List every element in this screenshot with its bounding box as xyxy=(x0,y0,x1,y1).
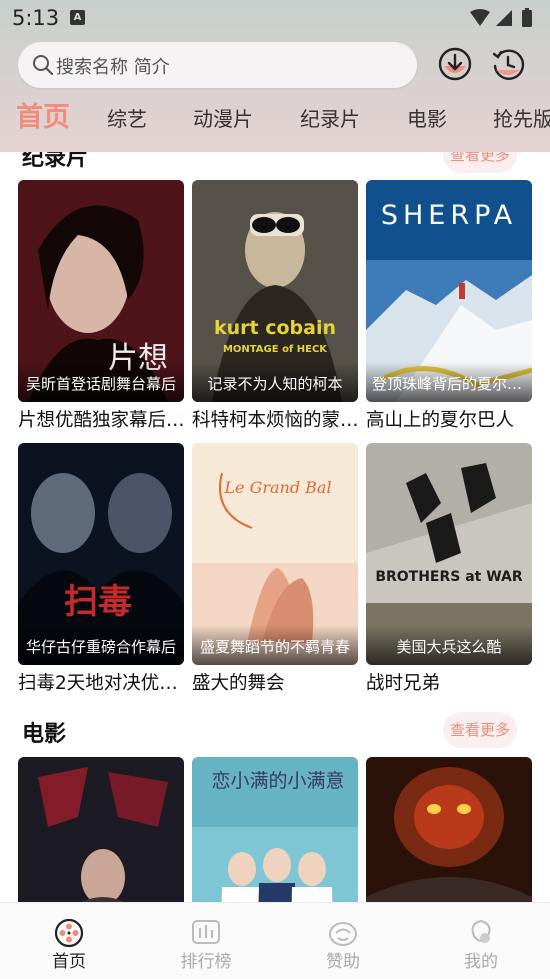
card-title: 盛大的舞会 xyxy=(192,673,285,694)
nav-label: 排行榜 xyxy=(180,952,232,972)
search-placeholder: 搜索名称 简介 xyxy=(56,57,170,78)
nav-label: 首页 xyxy=(52,952,86,972)
nav-home[interactable]: 首页 xyxy=(14,903,124,979)
tab-variety[interactable]: 综艺 xyxy=(107,98,147,142)
notification-icon: A xyxy=(70,10,85,25)
poster-image: kurt cobain MONTAGE of HECK 记录不为人知的柯本 xyxy=(192,180,358,402)
search-bar[interactable]: 搜索名称 简介 xyxy=(18,42,417,88)
card-title: 战时兄弟 xyxy=(366,673,441,694)
poster-text: kurt cobain xyxy=(214,317,336,339)
nav-label: 我的 xyxy=(464,952,498,972)
poster-image: SHERPA 登顶珠峰背后的夏尔巴人 xyxy=(366,180,532,402)
poster-image: Le Grand Bal 盛夏舞蹈节的不羁青春 xyxy=(192,443,358,665)
card-description: 登顶珠峰背后的夏尔巴人 xyxy=(366,362,532,402)
tab-anime[interactable]: 动漫片 xyxy=(193,98,253,142)
download-icon[interactable] xyxy=(437,46,473,82)
card-title: 片想优酷独家幕后纪录 xyxy=(18,410,190,431)
status-time: 5:13 xyxy=(12,6,60,30)
section-title-movies: 电影 xyxy=(22,722,67,747)
card-title: 高山上的夏尔巴人 xyxy=(366,410,515,431)
poster-image: 扫毒 华仔古仔重磅合作幕后 xyxy=(18,443,184,665)
more-movies-button[interactable]: 查看更多 xyxy=(443,712,517,748)
card-description: 盛夏舞蹈节的不羁青春 xyxy=(192,625,358,665)
signal-battery-icon xyxy=(470,8,532,27)
film-reel-icon xyxy=(54,918,84,948)
nav-sponsor[interactable]: 赞助 xyxy=(288,903,398,979)
card-title: 科特柯本烦恼的蒙太奇 xyxy=(192,410,364,431)
tab-preview[interactable]: 抢先版 xyxy=(493,98,550,142)
bottom-navigation: 首页 排行榜 赞助 我的 xyxy=(0,902,550,979)
tab-home[interactable]: 首页 xyxy=(16,98,70,142)
card-description: 华仔古仔重磅合作幕后 xyxy=(18,625,184,665)
category-tabs: 首页 综艺 动漫片 纪录片 电影 抢先版 xyxy=(0,98,550,142)
card-description: 美国大兵这么酷 xyxy=(366,625,532,665)
poster-text: 恋小满的小满意 xyxy=(211,770,344,792)
tab-movies[interactable]: 电影 xyxy=(407,98,447,142)
poster-subtext: MONTAGE of HECK xyxy=(223,344,328,355)
poster-image xyxy=(366,757,532,902)
search-icon xyxy=(33,55,54,76)
poster-text: 扫毒 xyxy=(64,582,132,622)
card-description: 吴昕首登话剧舞台幕后 xyxy=(18,362,184,402)
profile-icon xyxy=(471,919,491,943)
poster-text: BROTHERS at WAR xyxy=(375,569,523,585)
poster-text: SHERPA xyxy=(381,200,517,231)
nav-label: 赞助 xyxy=(326,952,360,972)
nav-ranking[interactable]: 排行榜 xyxy=(151,903,261,979)
tab-documentary[interactable]: 纪录片 xyxy=(300,98,360,142)
ranking-icon xyxy=(192,920,220,944)
sponsor-icon xyxy=(329,922,357,946)
app-header: 5:13 A 搜索名称 简介 首页 综艺 动漫片 纪录片 电影 抢先版 xyxy=(0,0,550,152)
poster-image: BROTHERS at WAR 美国大兵这么酷 xyxy=(366,443,532,665)
status-bar: 5:13 A xyxy=(0,0,550,36)
history-icon[interactable] xyxy=(490,46,526,82)
poster-image: 片想 吴昕首登话剧舞台幕后 xyxy=(18,180,184,402)
nav-profile[interactable]: 我的 xyxy=(426,903,536,979)
poster-image xyxy=(18,757,184,902)
card-title: 扫毒2天地对决优酷独家纪录 xyxy=(18,673,190,694)
poster-text: Le Grand Bal xyxy=(223,478,331,497)
poster-image: 恋小满的小满意 xyxy=(192,757,358,902)
card-description: 记录不为人知的柯本 xyxy=(192,362,358,402)
